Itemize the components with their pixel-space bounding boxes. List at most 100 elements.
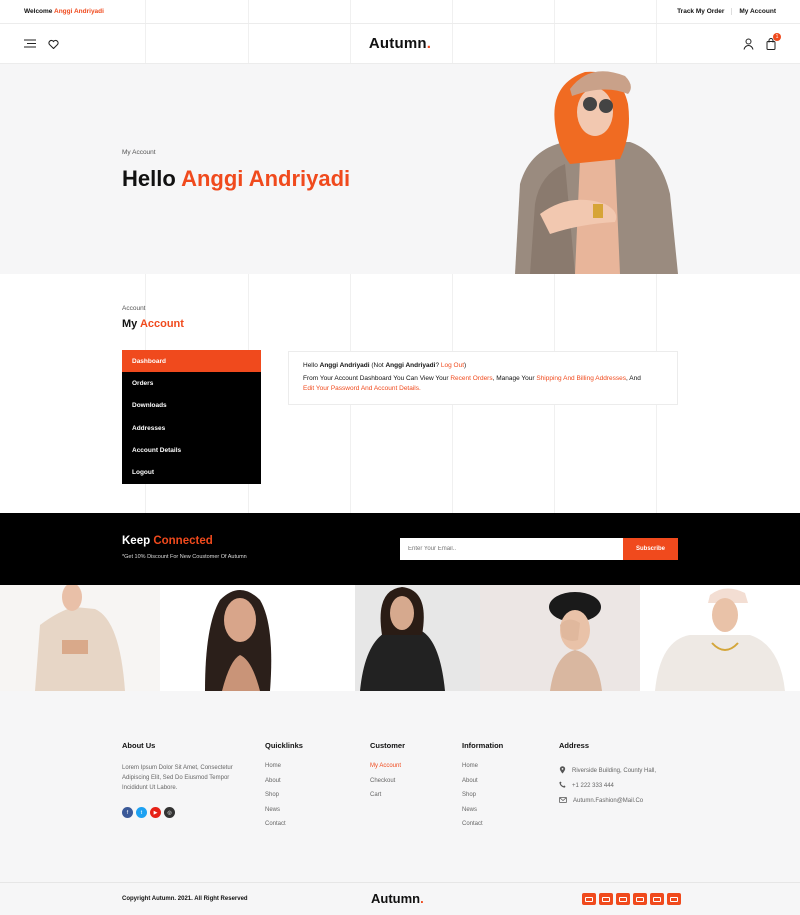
address-email: Autumn.Fashion@Mail.Co: [559, 793, 656, 808]
footer-about: About Us Lorem Ipsum Dolor Sit Amet, Con…: [122, 741, 250, 818]
dash-not: (Not: [371, 362, 384, 369]
social-links: f t ▶ ◎: [122, 807, 250, 818]
hero-model-image: [510, 64, 685, 274]
facebook-icon[interactable]: f: [122, 807, 133, 818]
footer-quicklinks: Quicklinks Home About Shop News Contact: [265, 741, 303, 836]
newsletter-email-input[interactable]: [400, 538, 623, 560]
footer-link-home[interactable]: Home: [265, 763, 303, 778]
dash-not-name: Anggi Andriyadi: [385, 362, 436, 369]
footer-info-news[interactable]: News: [462, 807, 503, 822]
footer-about-text: Lorem Ipsum Dolor Sit Amet, Consectetur …: [122, 765, 233, 791]
logo-dot: .: [426, 35, 432, 52]
footer-link-checkout[interactable]: Checkout: [370, 778, 405, 793]
twitter-icon[interactable]: t: [136, 807, 147, 818]
footer-bottom-bar: Copyright Autumn. 2021. All Right Reserv…: [0, 882, 800, 915]
heart-icon[interactable]: [48, 39, 59, 49]
recent-orders-link[interactable]: Recent Orders: [450, 375, 492, 382]
menu-item-addresses[interactable]: Addresses: [122, 417, 261, 439]
dash-close-paren: ): [464, 362, 467, 369]
user-icon[interactable]: [743, 38, 754, 50]
footer-info-about[interactable]: About: [462, 778, 503, 793]
address-phone-text[interactable]: +1 222 333 444: [572, 783, 614, 789]
newsletter-title-plain: Keep: [122, 535, 151, 547]
section-label: Account: [122, 305, 146, 312]
payment-methods: [582, 893, 681, 905]
dashboard-description: From Your Account Dashboard You Can View…: [303, 374, 663, 394]
menu-item-account-details[interactable]: Account Details: [122, 439, 261, 461]
section-title-plain: My: [122, 318, 138, 330]
address-email-text[interactable]: Autumn.Fashion@Mail.Co: [573, 798, 643, 804]
my-account-link[interactable]: My Account: [731, 8, 776, 15]
payment-card-icon: [667, 893, 681, 905]
youtube-icon[interactable]: ▶: [150, 807, 161, 818]
footer-logo-text: Autumn: [371, 891, 421, 906]
gallery-image-1[interactable]: [0, 585, 160, 691]
footer-customer: Customer My Account Checkout Cart: [370, 741, 405, 807]
phone-icon: [559, 781, 566, 790]
section-title: My Account: [122, 318, 184, 330]
bag-icon[interactable]: 1: [766, 32, 781, 50]
dash-hello: Hello: [303, 362, 318, 369]
dash-desc-c: , And: [625, 375, 641, 382]
site-logo[interactable]: Autumn.: [369, 35, 431, 52]
top-bar: Welcome Anggi Andriyadi Track My Order M…: [0, 0, 800, 24]
footer-about-title: About Us: [122, 741, 156, 750]
menu-item-dashboard[interactable]: Dashboard: [122, 350, 261, 373]
track-order-link[interactable]: Track My Order: [670, 8, 731, 15]
dash-question: ?: [435, 362, 440, 369]
menu-item-orders[interactable]: Orders: [122, 372, 261, 394]
newsletter-title: Keep Connected: [122, 535, 213, 547]
newsletter-subtitle: *Get 10% Discount For New Coustomer Of A…: [122, 554, 247, 560]
footer-address-title: Address: [559, 741, 590, 750]
shipping-addresses-link[interactable]: Shipping And Billing Addresses: [536, 375, 626, 382]
footer-information-title: Information: [462, 741, 504, 750]
address-location: Riverside Building, County Hall,: [559, 763, 656, 778]
footer-information: Information Home About Shop News Contact: [462, 741, 503, 836]
payment-card-icon: [616, 893, 630, 905]
breadcrumb: My Account: [122, 149, 156, 156]
newsletter-section: Keep Connected *Get 10% Discount For New…: [0, 513, 800, 585]
dashboard-greeting: Hello Anggi Andriyadi (Not Anggi Andriya…: [303, 361, 663, 371]
account-menu: Dashboard Orders Downloads Addresses Acc…: [122, 350, 261, 484]
menu-icon[interactable]: [24, 39, 36, 48]
hero-banner: My Account Hello Anggi Andriyadi: [0, 64, 800, 274]
footer-info-contact[interactable]: Contact: [462, 821, 503, 836]
greeting-text: Hello: [122, 166, 176, 191]
menu-item-downloads[interactable]: Downloads: [122, 395, 261, 417]
gallery-image-4[interactable]: [480, 585, 640, 691]
gallery-image-3[interactable]: [320, 585, 480, 691]
payment-card-icon: [582, 893, 596, 905]
footer-link-shop[interactable]: Shop: [265, 792, 303, 807]
top-links: Track My Order My Account: [670, 8, 776, 15]
cart-count-badge: 1: [772, 32, 781, 41]
footer-link-about[interactable]: About: [265, 778, 303, 793]
edit-account-link[interactable]: Edit Your Password And Account Details.: [303, 385, 421, 392]
address-phone: +1 222 333 444: [559, 778, 656, 793]
site-header: Autumn. 1: [0, 24, 800, 64]
subscribe-button[interactable]: Subscribe: [623, 538, 678, 560]
footer-link-cart[interactable]: Cart: [370, 792, 405, 807]
dash-desc-b: , Manage Your: [492, 375, 535, 382]
site-footer: About Us Lorem Ipsum Dolor Sit Amet, Con…: [0, 691, 800, 882]
footer-customer-title: Customer: [370, 741, 406, 750]
footer-info-home[interactable]: Home: [462, 763, 503, 778]
instagram-icon[interactable]: ◎: [164, 807, 175, 818]
payment-card-icon: [599, 893, 613, 905]
gallery-image-5[interactable]: [640, 585, 800, 691]
dashboard-panel: Hello Anggi Andriyadi (Not Anggi Andriya…: [288, 351, 678, 405]
footer-link-my-account[interactable]: My Account: [370, 763, 405, 778]
welcome-label: Welcome: [24, 8, 53, 15]
logout-link[interactable]: Log Out: [441, 362, 464, 369]
welcome-user-name: Anggi Andriyadi: [54, 8, 104, 15]
footer-info-shop[interactable]: Shop: [462, 792, 503, 807]
location-pin-icon: [559, 765, 566, 776]
footer-link-contact[interactable]: Contact: [265, 821, 303, 836]
address-location-text: Riverside Building, County Hall,: [572, 767, 657, 774]
footer-link-news[interactable]: News: [265, 807, 303, 822]
menu-item-logout[interactable]: Logout: [122, 461, 261, 483]
welcome-message: Welcome Anggi Andriyadi: [24, 8, 104, 15]
footer-logo[interactable]: Autumn.: [371, 891, 424, 906]
gallery-image-2[interactable]: [160, 585, 320, 691]
footer-quicklinks-title: Quicklinks: [265, 741, 303, 750]
payment-card-icon: [650, 893, 664, 905]
